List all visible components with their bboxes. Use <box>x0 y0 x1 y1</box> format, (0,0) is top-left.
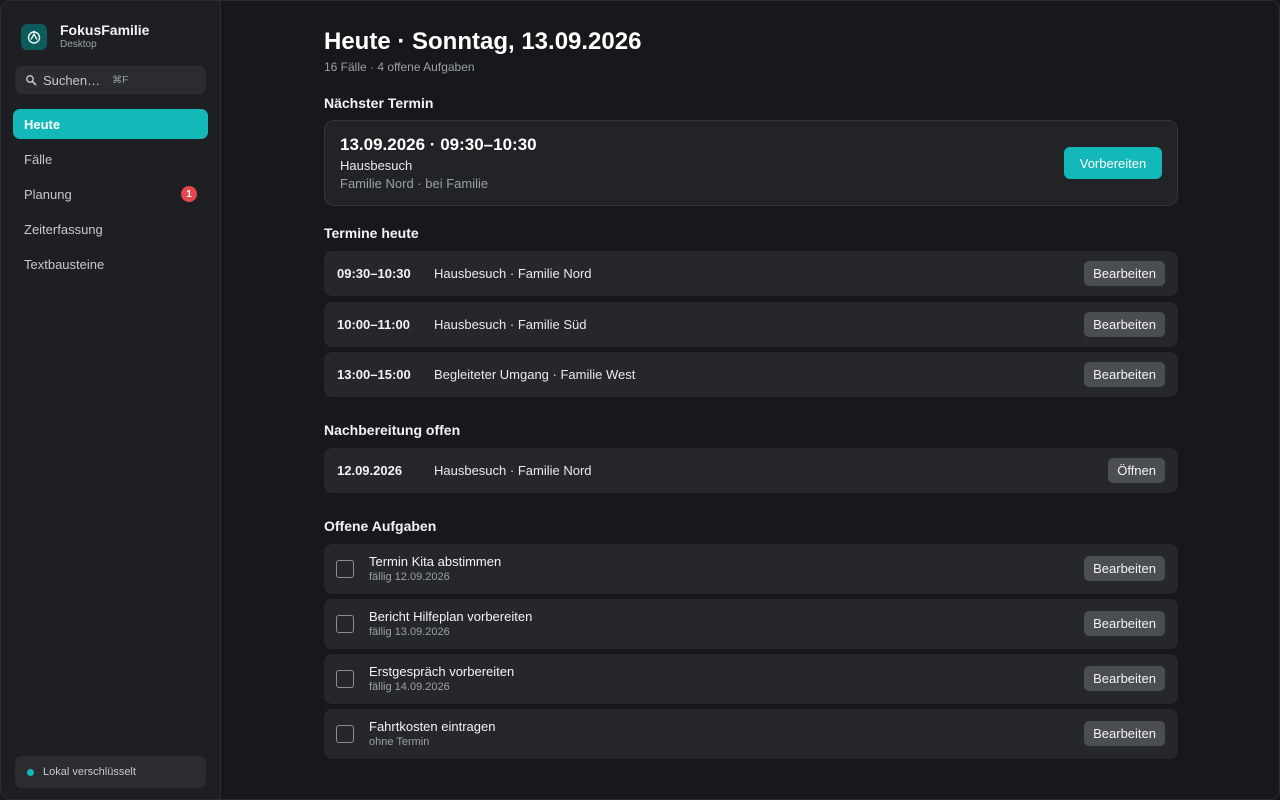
task-due: fällig 13.09.2026 <box>369 626 450 638</box>
appointment-row: 13:00–15:00 Begleiteter Umgang · Familie… <box>324 352 1178 397</box>
search-placeholder: Suchen… <box>43 72 101 88</box>
sidebar-item-label: Zeiterfassung <box>24 221 103 237</box>
sidebar-item-label: Fälle <box>24 151 53 167</box>
search-icon <box>26 75 37 86</box>
brand: FokusFamilie Desktop <box>21 23 149 51</box>
task-checkbox[interactable] <box>336 615 354 633</box>
page-title: Heute · Sonntag, 13.09.2026 <box>324 28 642 55</box>
appointment-row: 10:00–11:00 Hausbesuch · Familie Süd Bea… <box>324 302 1178 347</box>
search-shortcut: ⌘F <box>112 74 129 86</box>
task-row: Fahrtkosten eintragen ohne Termin Bearbe… <box>324 709 1178 759</box>
next-appointment-card: 13.09.2026 · 09:30–10:30 Hausbesuch Fami… <box>324 120 1178 206</box>
notification-badge: 1 <box>181 186 197 202</box>
edit-button[interactable]: Bearbeiten <box>1084 362 1165 387</box>
sidebar-item-textbausteine[interactable]: Textbausteine <box>13 249 208 279</box>
edit-button[interactable]: Bearbeiten <box>1084 312 1165 337</box>
next-appointment-family: Familie Nord · bei Familie <box>340 176 489 191</box>
sidebar: FokusFamilie Desktop Suchen… ⌘F Heute Fä… <box>1 1 221 799</box>
followup-row: 12.09.2026 Hausbesuch · Familie Nord Öff… <box>324 448 1178 493</box>
edit-button[interactable]: Bearbeiten <box>1084 666 1165 691</box>
task-due: fällig 12.09.2026 <box>369 571 450 583</box>
app-subtitle: Desktop <box>60 39 97 50</box>
open-button[interactable]: Öffnen <box>1108 458 1165 483</box>
sidebar-item-label: Planung <box>24 186 72 202</box>
search-input[interactable]: Suchen… ⌘F <box>15 66 206 94</box>
followup-desc: Hausbesuch · Familie Nord <box>434 463 592 478</box>
task-title: Erstgespräch vorbereiten <box>369 664 515 679</box>
next-appointment-type: Hausbesuch <box>340 158 413 173</box>
task-checkbox[interactable] <box>336 670 354 688</box>
followup-date: 12.09.2026 <box>337 463 403 478</box>
edit-button[interactable]: Bearbeiten <box>1084 611 1165 636</box>
appointment-desc: Begleiteter Umgang · Familie West <box>434 367 636 382</box>
appointment-time: 09:30–10:30 <box>337 266 411 281</box>
prepare-button[interactable]: Vorbereiten <box>1064 147 1162 179</box>
open-tasks-heading: Offene Aufgaben <box>324 518 437 534</box>
family-logo-icon <box>21 24 47 50</box>
task-checkbox[interactable] <box>336 560 354 578</box>
status-dot-icon <box>27 768 34 776</box>
sidebar-item-planung[interactable]: Planung 1 <box>13 179 208 209</box>
next-appointment-time: 13.09.2026 · 09:30–10:30 <box>340 135 537 154</box>
task-title: Fahrtkosten eintragen <box>369 719 496 734</box>
today-appointments-heading: Termine heute <box>324 225 419 241</box>
app-window: FokusFamilie Desktop Suchen… ⌘F Heute Fä… <box>0 0 1280 800</box>
edit-button[interactable]: Bearbeiten <box>1084 556 1165 581</box>
status-label: Lokal verschlüsselt <box>43 766 136 778</box>
followup-heading: Nachbereitung offen <box>324 422 461 438</box>
task-row: Erstgespräch vorbereiten fällig 14.09.20… <box>324 654 1178 704</box>
edit-button[interactable]: Bearbeiten <box>1084 261 1165 286</box>
task-row: Bericht Hilfeplan vorbereiten fällig 13.… <box>324 599 1178 649</box>
sidebar-item-faelle[interactable]: Fälle <box>13 144 208 174</box>
task-due: ohne Termin <box>369 736 430 748</box>
appointment-desc: Hausbesuch · Familie Süd <box>434 317 587 332</box>
sidebar-item-zeiterfassung[interactable]: Zeiterfassung <box>13 214 208 244</box>
sidebar-nav: Heute Fälle Planung 1 Zeiterfassung Text… <box>13 109 208 284</box>
sidebar-item-label: Heute <box>24 116 61 132</box>
sidebar-item-heute[interactable]: Heute <box>13 109 208 139</box>
appointment-time: 10:00–11:00 <box>337 317 411 332</box>
task-row: Termin Kita abstimmen fällig 12.09.2026 … <box>324 544 1178 594</box>
encryption-status: Lokal verschlüsselt <box>15 756 206 788</box>
sidebar-item-label: Textbausteine <box>24 256 105 272</box>
next-appointment-heading: Nächster Termin <box>324 95 434 111</box>
task-title: Termin Kita abstimmen <box>369 554 502 569</box>
page-subtitle: 16 Fälle · 4 offene Aufgaben <box>324 60 475 74</box>
task-due: fällig 14.09.2026 <box>369 681 450 693</box>
edit-button[interactable]: Bearbeiten <box>1084 721 1165 746</box>
app-title: FokusFamilie <box>60 22 150 38</box>
task-title: Bericht Hilfeplan vorbereiten <box>369 609 533 624</box>
appointment-desc: Hausbesuch · Familie Nord <box>434 266 592 281</box>
appointment-row: 09:30–10:30 Hausbesuch · Familie Nord Be… <box>324 251 1178 296</box>
task-checkbox[interactable] <box>336 725 354 743</box>
appointment-time: 13:00–15:00 <box>337 367 411 382</box>
